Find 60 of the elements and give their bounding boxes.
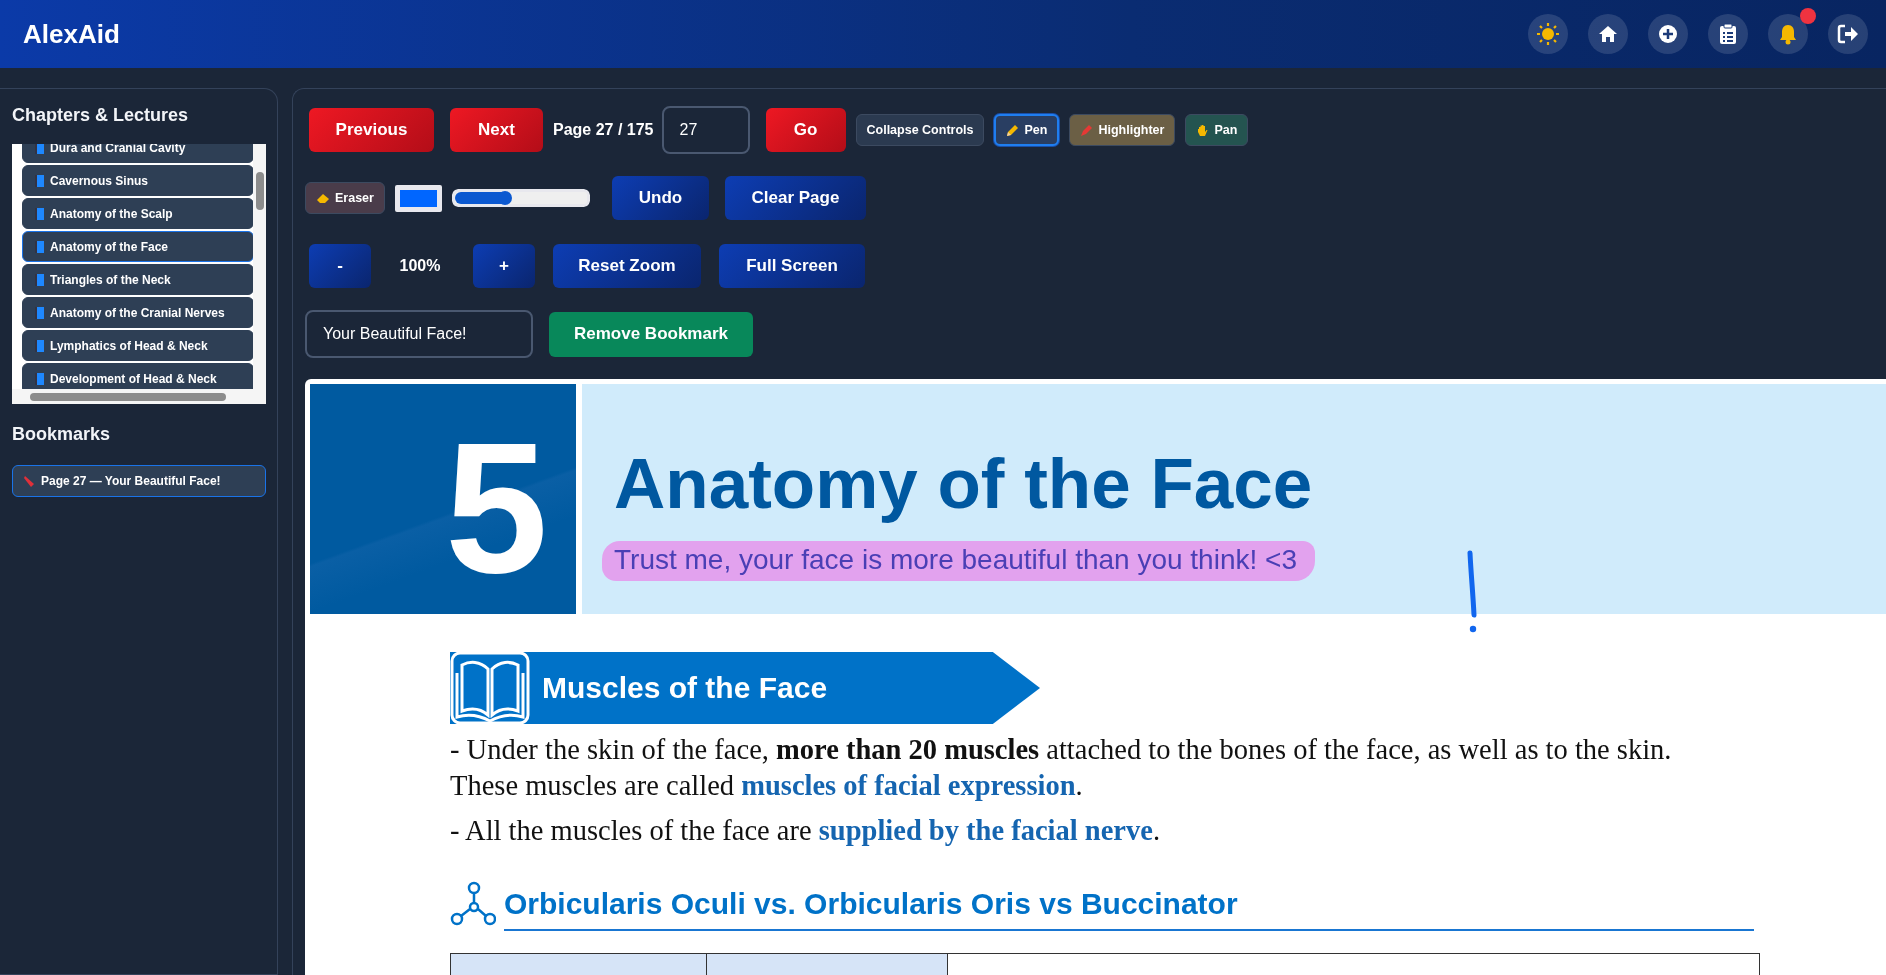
add-icon[interactable] bbox=[1648, 14, 1688, 54]
size-slider[interactable] bbox=[451, 189, 590, 207]
zoom-level: 100% bbox=[398, 257, 442, 275]
color-picker[interactable] bbox=[394, 184, 442, 212]
subsection-title: Orbicularis Oculi vs. Orbicularis Oris vs Buccinator bbox=[504, 887, 1238, 922]
book-icon bbox=[35, 207, 44, 220]
chapter-item[interactable]: Development of Head & Neck bbox=[22, 363, 253, 389]
book-icon bbox=[35, 273, 44, 286]
chapter-item[interactable]: Anatomy of the Scalp bbox=[22, 198, 253, 229]
eraser-button[interactable]: Eraser bbox=[305, 182, 385, 214]
collapse-controls-button[interactable]: Collapse Controls bbox=[855, 114, 985, 146]
next-button[interactable]: Next bbox=[450, 108, 543, 152]
body-paragraph: - Under the skin of the face, more than 20 muscles attached to the bones of the face, as well as to the skin. These muscles are called muscles of facial expression. bbox=[450, 733, 1673, 804]
chapters-heading: Chapters & Lectures bbox=[12, 105, 190, 126]
tool-button[interactable]: Pen bbox=[994, 114, 1060, 146]
bookmark-item[interactable]: Page 27 — Your Beautiful Face! bbox=[12, 465, 266, 497]
pencil-icon bbox=[1006, 123, 1020, 137]
network-icon bbox=[450, 881, 496, 928]
book-icon bbox=[35, 174, 44, 187]
hand-icon bbox=[1196, 123, 1210, 137]
previous-button[interactable]: Previous bbox=[309, 108, 434, 152]
marker-icon bbox=[1080, 123, 1094, 137]
horizontal-scrollbar[interactable] bbox=[12, 389, 266, 404]
clipboard-icon[interactable] bbox=[1708, 14, 1748, 54]
zoom-in-button[interactable]: + bbox=[473, 244, 535, 288]
highlighted-subtitle: Trust me, your face is more beautiful than you think! <3 bbox=[602, 541, 1315, 581]
home-icon[interactable] bbox=[1588, 14, 1628, 54]
reset-zoom-button[interactable]: Reset Zoom bbox=[553, 244, 701, 288]
eraser-icon bbox=[316, 192, 330, 204]
bookmark-icon bbox=[23, 474, 35, 488]
chapter-item[interactable]: Cavernous Sinus bbox=[22, 165, 253, 196]
bookmark-input[interactable]: Your Beautiful Face! bbox=[305, 310, 533, 358]
chapter-number: 5 bbox=[445, 415, 548, 601]
body-paragraph: - All the muscles of the face are supplied by the facial nerve. bbox=[450, 813, 1161, 848]
undo-button[interactable]: Undo bbox=[611, 176, 709, 220]
book-icon bbox=[35, 240, 44, 253]
remove-bookmark-button[interactable]: Remove Bookmark bbox=[549, 311, 753, 357]
vertical-scrollbar[interactable] bbox=[253, 144, 266, 389]
page-indicator: Page 27 / 175 bbox=[553, 121, 654, 139]
clear-page-button[interactable]: Clear Page bbox=[724, 176, 866, 220]
go-button[interactable]: Go bbox=[765, 108, 846, 152]
chapter-item[interactable]: Triangles of the Neck bbox=[22, 264, 253, 295]
zoom-out-button[interactable]: - bbox=[309, 244, 371, 288]
book-icon bbox=[35, 339, 44, 352]
book-icon bbox=[35, 372, 44, 385]
sun-icon[interactable] bbox=[1528, 14, 1568, 54]
book-icon bbox=[35, 144, 44, 154]
full-screen-button[interactable]: Full Screen bbox=[719, 244, 865, 288]
bookmarks-heading: Bookmarks bbox=[12, 424, 112, 445]
section-title: Muscles of the Face bbox=[542, 671, 828, 705]
bell-icon[interactable] bbox=[1768, 14, 1808, 54]
chapter-item[interactable]: Anatomy of the Face bbox=[22, 231, 253, 262]
app-title: AlexAid bbox=[23, 18, 120, 50]
chapter-item[interactable]: Anatomy of the Cranial Nerves bbox=[22, 297, 253, 328]
tool-button[interactable]: Highlighter bbox=[1069, 114, 1176, 146]
tool-button[interactable]: Pan bbox=[1185, 114, 1249, 146]
book-icon bbox=[35, 306, 44, 319]
chapter-item[interactable]: Lymphatics of Head & Neck bbox=[22, 330, 253, 361]
logout-icon[interactable] bbox=[1828, 14, 1868, 54]
page-input[interactable]: 27 bbox=[661, 106, 750, 154]
